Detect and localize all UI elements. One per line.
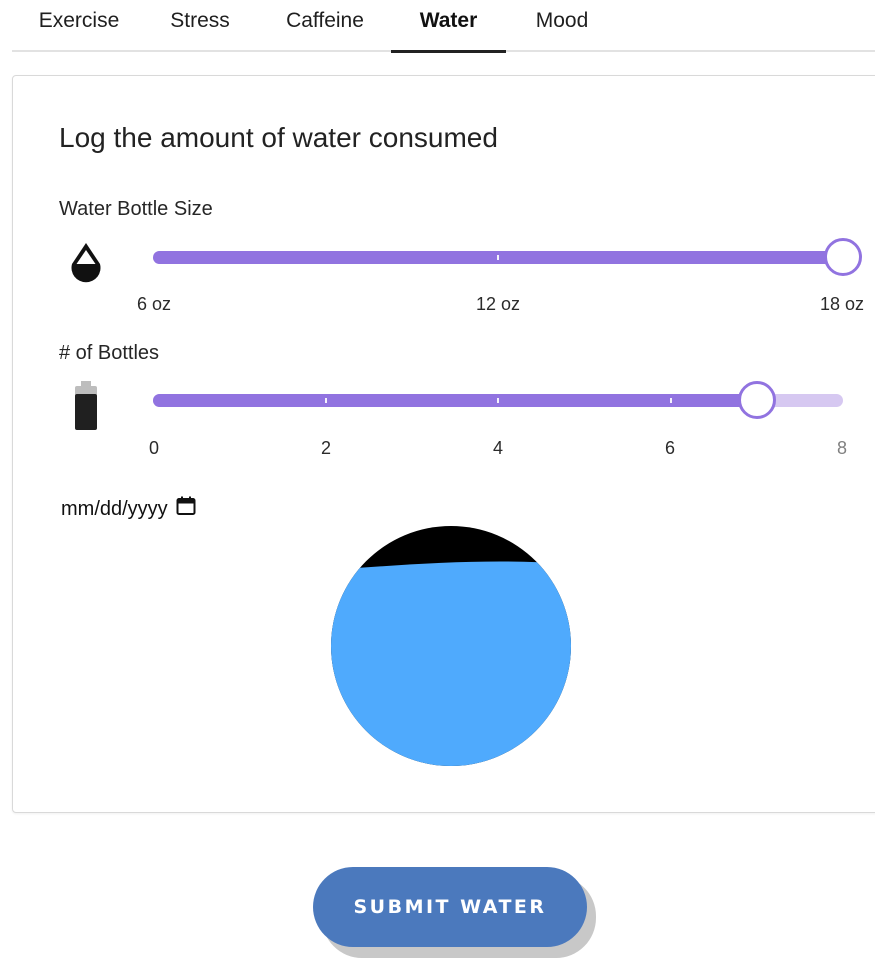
water-fill-circle: [331, 526, 571, 766]
battery-icon: [73, 381, 99, 436]
tab-caffeine[interactable]: Caffeine: [270, 0, 380, 52]
bottles-mark-2: 2: [320, 438, 332, 458]
bottle-size-thumb[interactable]: [824, 238, 862, 276]
bottles-mark-8: 8: [836, 438, 848, 458]
tab-stress[interactable]: Stress: [158, 0, 242, 52]
calendar-icon[interactable]: [176, 496, 196, 522]
bottles-mark-6: 6: [664, 438, 676, 458]
tab-bar: Exercise Stress Caffeine Water Mood: [12, 0, 875, 53]
slider-tick: [324, 398, 327, 403]
date-input[interactable]: mm/dd/yyyy: [61, 496, 196, 522]
water-fill-area: [331, 561, 571, 766]
bottle-size-slider[interactable]: [153, 238, 862, 278]
tab-water[interactable]: Water: [391, 0, 506, 53]
bottles-track-fill: [153, 394, 757, 407]
slider-tick: [669, 398, 672, 403]
slider-tick: [497, 255, 499, 260]
bottles-thumb[interactable]: [737, 381, 776, 419]
bottle-size-mark-6: 6 oz: [136, 294, 172, 314]
card-title: Log the amount of water consumed: [59, 122, 498, 153]
bottles-slider[interactable]: [153, 381, 843, 421]
submit-water-button[interactable]: SUBMIT WATER: [313, 867, 587, 947]
water-log-card: Log the amount of water consumed Water B…: [12, 75, 875, 813]
slider-tick: [497, 398, 499, 403]
tab-exercise[interactable]: Exercise: [26, 0, 132, 52]
bottles-label: # of Bottles: [59, 342, 160, 364]
water-drop-icon: [67, 240, 105, 291]
bottles-mark-4: 4: [492, 438, 504, 458]
bottle-size-mark-18: 18 oz: [819, 294, 865, 314]
tab-mood[interactable]: Mood: [522, 0, 602, 52]
bottle-size-mark-12: 12 oz: [475, 294, 521, 314]
date-placeholder: mm/dd/yyyy: [61, 497, 168, 520]
bottle-size-label: Water Bottle Size: [59, 198, 213, 220]
bottles-mark-0: 0: [148, 438, 160, 458]
